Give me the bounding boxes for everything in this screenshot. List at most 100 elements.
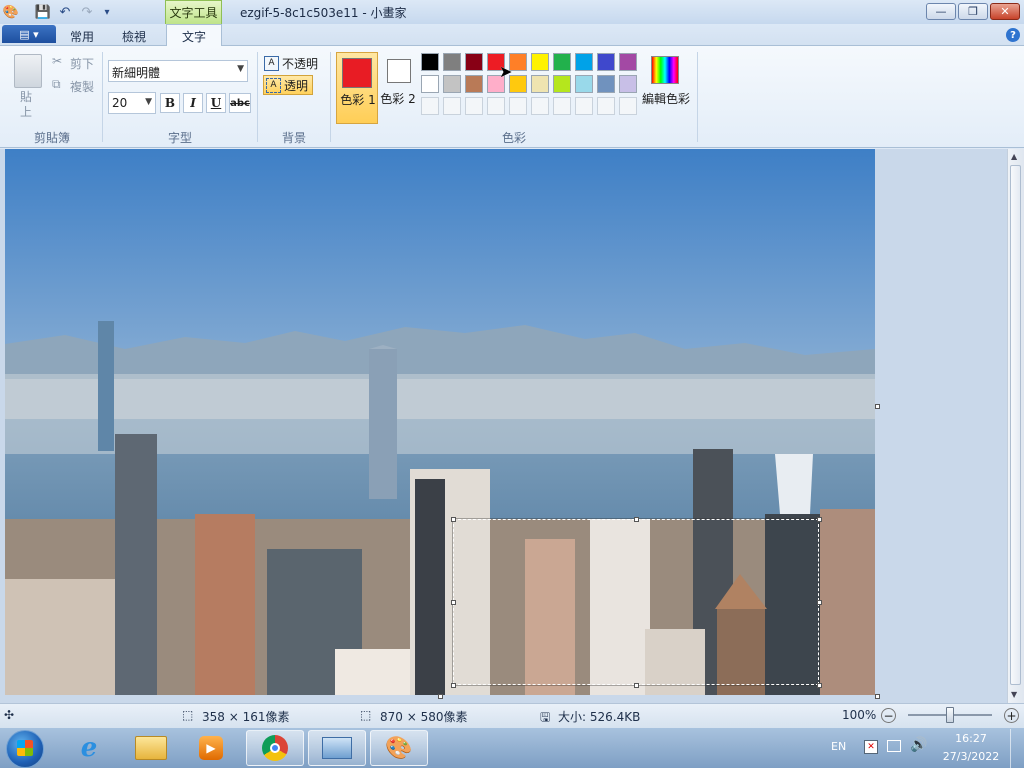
start-button[interactable] <box>6 730 44 768</box>
selection-handle[interactable] <box>817 600 822 605</box>
custom-color-slot[interactable] <box>531 97 549 115</box>
palette-swatch[interactable] <box>619 75 637 93</box>
paste-button-label[interactable]: 貼 上 <box>18 90 34 120</box>
custom-color-slot[interactable] <box>465 97 483 115</box>
custom-color-slot[interactable] <box>487 97 505 115</box>
selection-handle[interactable] <box>817 683 822 688</box>
custom-color-slot[interactable] <box>553 97 571 115</box>
custom-color-slot[interactable] <box>619 97 637 115</box>
font-family-dropdown[interactable]: 新細明體 ▼ <box>108 60 248 82</box>
scroll-down-icon[interactable]: ▼ <box>1011 690 1017 699</box>
tab-text[interactable]: 文字 <box>166 24 222 47</box>
taskbar-remote-desktop[interactable] <box>308 730 366 766</box>
clock-date[interactable]: 27/3/2022 <box>938 750 1004 763</box>
underline-button[interactable]: U <box>206 93 226 113</box>
custom-color-slot[interactable] <box>575 97 593 115</box>
palette-swatch[interactable] <box>421 53 439 71</box>
color2-button[interactable]: 色彩 2 <box>380 52 416 124</box>
text-selection-box[interactable] <box>453 519 819 685</box>
canvas-resize-handle[interactable] <box>875 694 880 699</box>
network-icon[interactable] <box>887 740 901 752</box>
scroll-up-icon[interactable]: ▲ <box>1011 152 1017 161</box>
opaque-button[interactable]: A 不透明 <box>264 54 324 72</box>
custom-color-slot[interactable] <box>509 97 527 115</box>
zoom-slider-thumb[interactable] <box>946 707 954 723</box>
show-desktop-button[interactable] <box>1010 729 1024 768</box>
palette-swatch[interactable] <box>443 75 461 93</box>
bold-button[interactable]: B <box>160 93 180 113</box>
paint-palette-icon: 🎨 <box>385 735 413 761</box>
paint-app-icon[interactable]: 🎨 <box>2 3 20 21</box>
palette-swatch[interactable] <box>597 75 615 93</box>
custom-color-slot[interactable] <box>443 97 461 115</box>
palette-swatch[interactable] <box>575 53 593 71</box>
taskbar-paint[interactable]: 🎨 <box>370 730 428 766</box>
selection-handle[interactable] <box>817 517 822 522</box>
save-icon[interactable]: 💾 <box>34 3 52 21</box>
palette-swatch[interactable] <box>531 53 549 71</box>
custom-color-slot[interactable] <box>597 97 615 115</box>
selection-handle[interactable] <box>451 600 456 605</box>
taskbar-file-explorer[interactable] <box>122 730 180 766</box>
volume-icon[interactable]: 🔊 <box>910 737 927 753</box>
close-button[interactable]: ✕ <box>990 3 1020 20</box>
redo-icon[interactable]: ↷ <box>78 3 96 21</box>
selection-handle[interactable] <box>451 517 456 522</box>
zoom-in-button[interactable]: + <box>1004 708 1019 723</box>
zoom-out-button[interactable]: − <box>881 708 896 723</box>
selection-handle[interactable] <box>634 517 639 522</box>
font-size-dropdown[interactable]: 20 ▼ <box>108 92 156 114</box>
restore-button[interactable]: ❐ <box>958 3 988 20</box>
palette-swatch[interactable] <box>575 75 593 93</box>
palette-swatch[interactable] <box>597 53 615 71</box>
palette-swatch[interactable] <box>421 75 439 93</box>
group-label-clipboard: 剪貼簿 <box>33 131 70 145</box>
tab-home[interactable]: 常用 <box>62 26 102 46</box>
taskbar-internet-explorer[interactable]: e <box>60 730 118 766</box>
palette-swatch[interactable] <box>465 53 483 71</box>
edit-colors-icon[interactable] <box>651 56 679 84</box>
palette-swatch[interactable] <box>553 53 571 71</box>
clock-time[interactable]: 16:27 <box>942 732 1000 745</box>
file-size: 大小: 526.4KB <box>558 710 641 724</box>
undo-icon[interactable]: ↶ <box>56 3 74 21</box>
customize-quick-access-icon[interactable]: ▾ <box>98 3 116 21</box>
image-size: 870 × 580像素 <box>380 710 468 724</box>
help-icon[interactable]: ? <box>1006 28 1020 42</box>
strikethrough-button[interactable]: abc <box>229 93 251 113</box>
custom-color-slot[interactable] <box>421 97 439 115</box>
chevron-down-icon: ▼ <box>237 64 244 74</box>
cut-button[interactable]: 剪下 <box>70 55 94 72</box>
edit-colors-button[interactable]: 編輯色彩 <box>642 90 690 107</box>
color2-swatch <box>387 59 411 83</box>
scissors-icon: ✂ <box>52 54 63 68</box>
palette-swatch[interactable] <box>465 75 483 93</box>
color1-button[interactable]: 色彩 1 <box>336 52 378 124</box>
selection-handle[interactable] <box>634 683 639 688</box>
windows-logo-icon <box>17 740 33 756</box>
palette-swatch[interactable] <box>619 53 637 71</box>
color1-label: 色彩 1 <box>340 93 376 107</box>
transparent-button[interactable]: A 透明 <box>263 75 313 95</box>
italic-button[interactable]: I <box>183 93 203 113</box>
palette-swatch[interactable] <box>553 75 571 93</box>
selection-handle[interactable] <box>451 683 456 688</box>
taskbar-media-player[interactable]: ▶ <box>182 730 240 766</box>
vertical-scrollbar[interactable]: ▲ ▼ <box>1007 149 1024 703</box>
canvas-resize-handle[interactable] <box>438 694 443 699</box>
minimize-button[interactable]: — <box>926 3 956 20</box>
color2-label: 色彩 2 <box>380 92 416 106</box>
tab-view[interactable]: 檢視 <box>114 26 154 46</box>
palette-swatch[interactable] <box>443 53 461 71</box>
taskbar-chrome[interactable] <box>246 730 304 766</box>
group-divider <box>330 52 331 142</box>
paste-icon[interactable] <box>14 54 42 88</box>
copy-button[interactable]: 複製 <box>70 78 94 95</box>
scrollbar-thumb[interactable] <box>1010 165 1021 685</box>
input-language[interactable]: EN <box>831 740 846 753</box>
action-center-alert-icon[interactable]: ✕ <box>864 740 878 754</box>
file-menu-button[interactable]: ▤ ▾ <box>2 25 56 43</box>
transparent-label: 透明 <box>284 78 309 93</box>
canvas-resize-handle[interactable] <box>875 404 880 409</box>
palette-swatch[interactable] <box>531 75 549 93</box>
